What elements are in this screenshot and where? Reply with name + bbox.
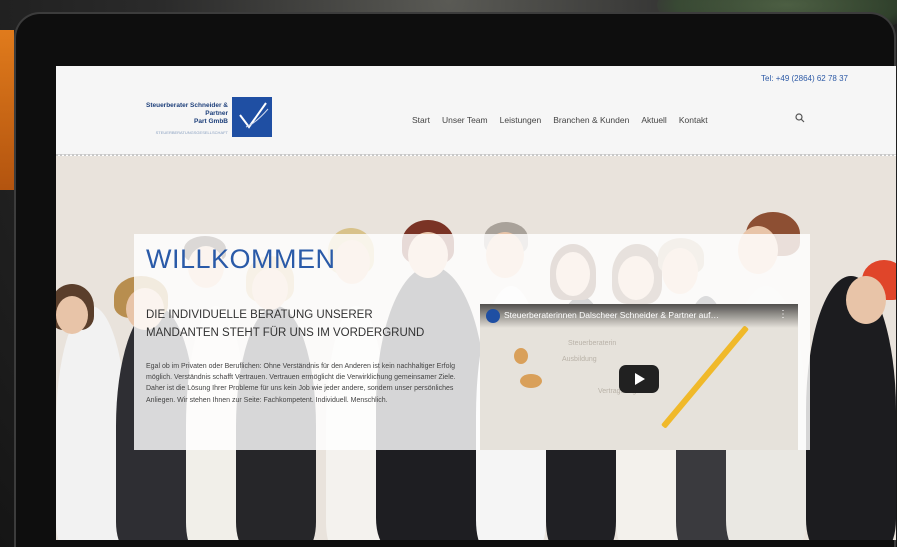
nav-leistungen[interactable]: Leistungen [500, 115, 542, 125]
nav-aktuell[interactable]: Aktuell [641, 115, 667, 125]
welcome-title: WILLKOMMEN [146, 244, 336, 274]
pencil-image [660, 325, 750, 429]
logo-icon[interactable] [232, 97, 272, 137]
play-icon[interactable] [619, 365, 659, 393]
video-title[interactable]: Steuerberaterinnen Dalscheer Schneider &… [504, 310, 719, 320]
logo-text[interactable]: Steuerberater Schneider & Partner Part G… [128, 102, 228, 135]
logo-name-line1: Steuerberater Schneider & Partner [145, 102, 228, 117]
nav-branchen-kunden[interactable]: Branchen & Kunden [553, 115, 629, 125]
nav-start[interactable]: Start [412, 115, 430, 125]
phone-number[interactable]: Tel: +49 (2864) 62 78 37 [761, 74, 848, 83]
channel-logo-icon[interactable] [486, 309, 500, 323]
youtube-video[interactable]: Steuerberaterin Ausbildung Vertragsfrage… [480, 304, 798, 450]
more-vert-icon[interactable]: ⋮ [778, 309, 788, 320]
nav-unser-team[interactable]: Unser Team [442, 115, 488, 125]
search-icon[interactable] [795, 113, 805, 123]
site-header: Tel: +49 (2864) 62 78 37 Steuerberater S… [56, 66, 896, 155]
orange-object [0, 30, 14, 190]
nav-kontakt[interactable]: Kontakt [679, 115, 708, 125]
logo-name-line2: Part GmbB [194, 118, 228, 125]
welcome-subtitle: DIE INDIVIDUELLE BERATUNG UNSERER MANDAN… [146, 309, 425, 339]
photo-scene: Tel: +49 (2864) 62 78 37 Steuerberater S… [0, 0, 897, 547]
logo-subtitle: STEUERBERATUNGSGESELLSCHAFT [155, 130, 228, 135]
welcome-body: Egal ob im Privaten oder Beruflichen: Oh… [146, 363, 456, 404]
laptop-frame: Tel: +49 (2864) 62 78 37 Steuerberater S… [14, 12, 896, 547]
browser-screen: Tel: +49 (2864) 62 78 37 Steuerberater S… [56, 66, 896, 540]
video-title-bar: Steuerberaterinnen Dalscheer Schneider &… [480, 304, 798, 328]
main-nav: Start Unser Team Leistungen Branchen & K… [412, 115, 708, 125]
